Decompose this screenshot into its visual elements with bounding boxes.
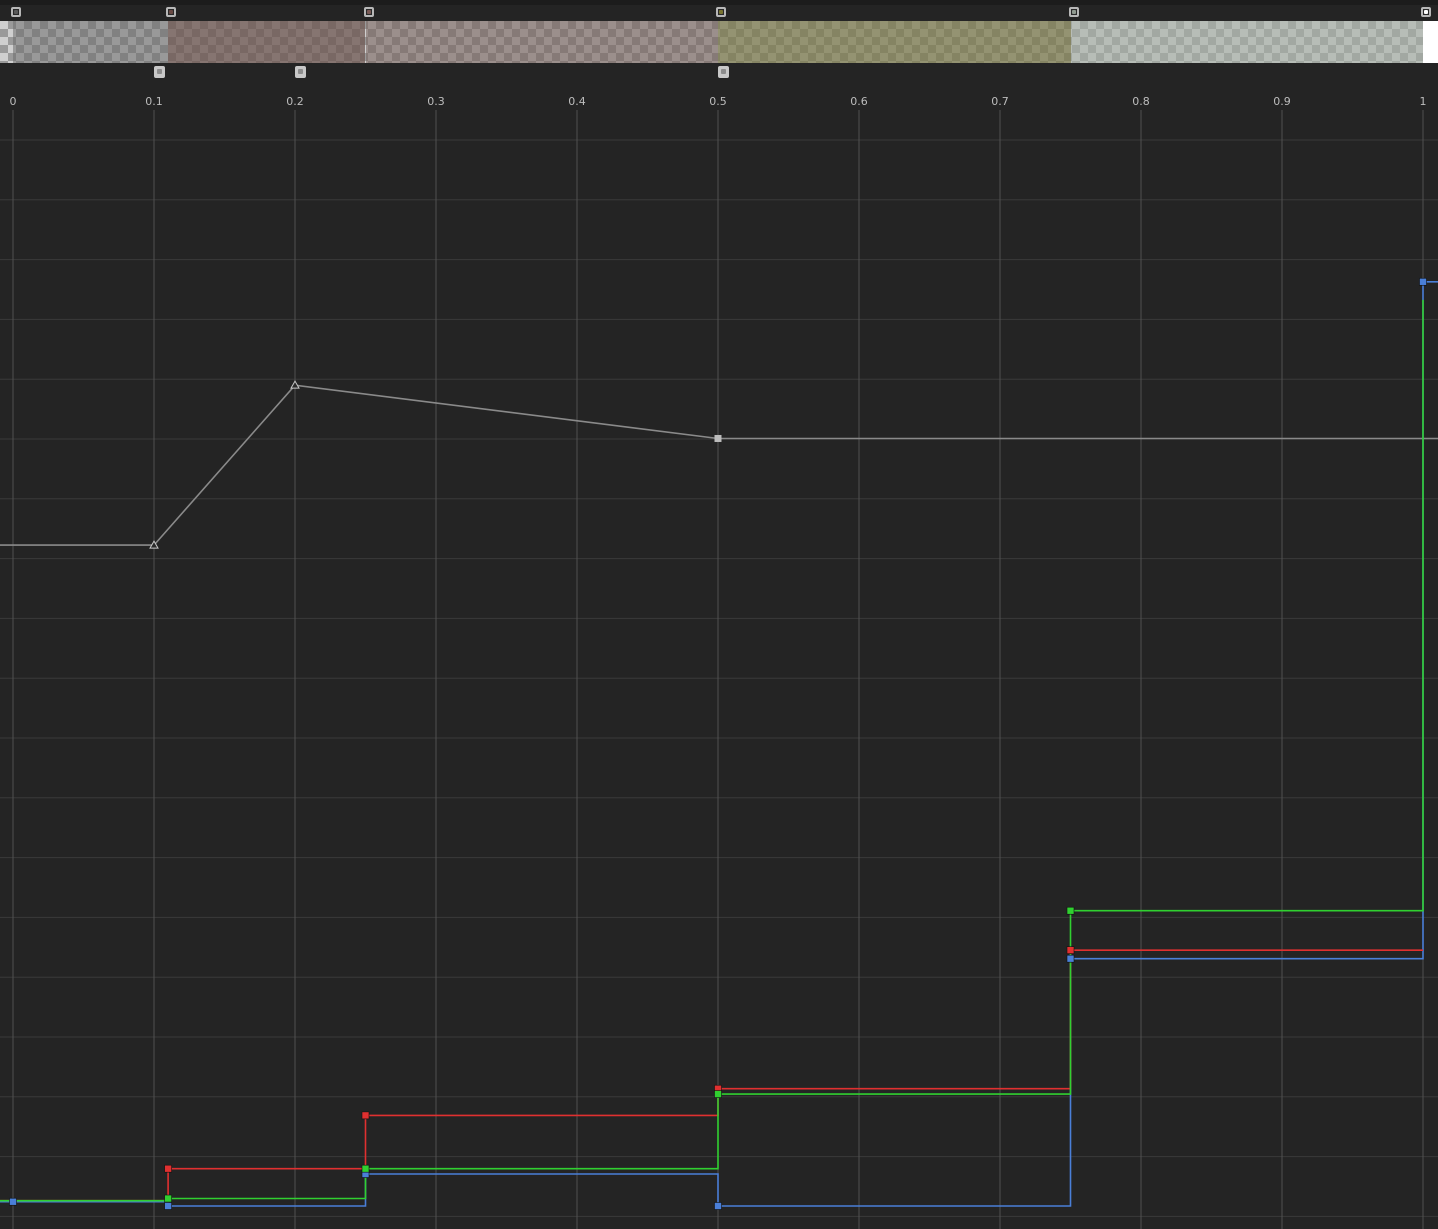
blue-key[interactable] xyxy=(714,1202,722,1210)
x-tick-label: 0.9 xyxy=(1273,95,1291,108)
green-key[interactable] xyxy=(164,1194,172,1203)
blue-key[interactable] xyxy=(1066,954,1075,963)
x-tick-label: 0.8 xyxy=(1132,95,1150,108)
red-curve xyxy=(0,949,1423,1202)
red-key[interactable] xyxy=(164,1164,172,1173)
x-tick-label: 0.2 xyxy=(286,95,304,108)
x-tick-label: 0.5 xyxy=(709,95,727,108)
x-tick-label: 0.4 xyxy=(568,95,586,108)
green-key[interactable] xyxy=(714,1090,722,1098)
x-tick-label: 0.1 xyxy=(145,95,163,108)
blue-curve xyxy=(0,280,1438,1207)
x-tick-label: 0 xyxy=(10,95,17,108)
red-key[interactable] xyxy=(1066,946,1075,954)
blue-key[interactable] xyxy=(1419,277,1427,286)
green-key[interactable] xyxy=(1066,906,1075,915)
x-tick-label: 0.3 xyxy=(427,95,445,108)
green-key[interactable] xyxy=(361,1164,370,1173)
alpha-curve xyxy=(0,384,1438,546)
alpha-key[interactable] xyxy=(714,434,722,442)
x-tick-label: 0.7 xyxy=(991,95,1009,108)
alpha-key[interactable] xyxy=(290,380,300,389)
x-tick-label: 0.6 xyxy=(850,95,868,108)
curve-editor-panel: 0 0.1 0.2 0.3 0.4 0.5 0.6 0.7 0.8 0.9 1 xyxy=(0,0,1438,1229)
green-curve xyxy=(0,299,1424,1202)
blue-key[interactable] xyxy=(9,1197,17,1206)
curve-graph[interactable]: 0 0.1 0.2 0.3 0.4 0.5 0.6 0.7 0.8 0.9 1 xyxy=(0,0,1438,1229)
red-key[interactable] xyxy=(361,1111,370,1120)
blue-key[interactable] xyxy=(164,1202,172,1210)
x-tick-label: 1 xyxy=(1420,95,1427,108)
